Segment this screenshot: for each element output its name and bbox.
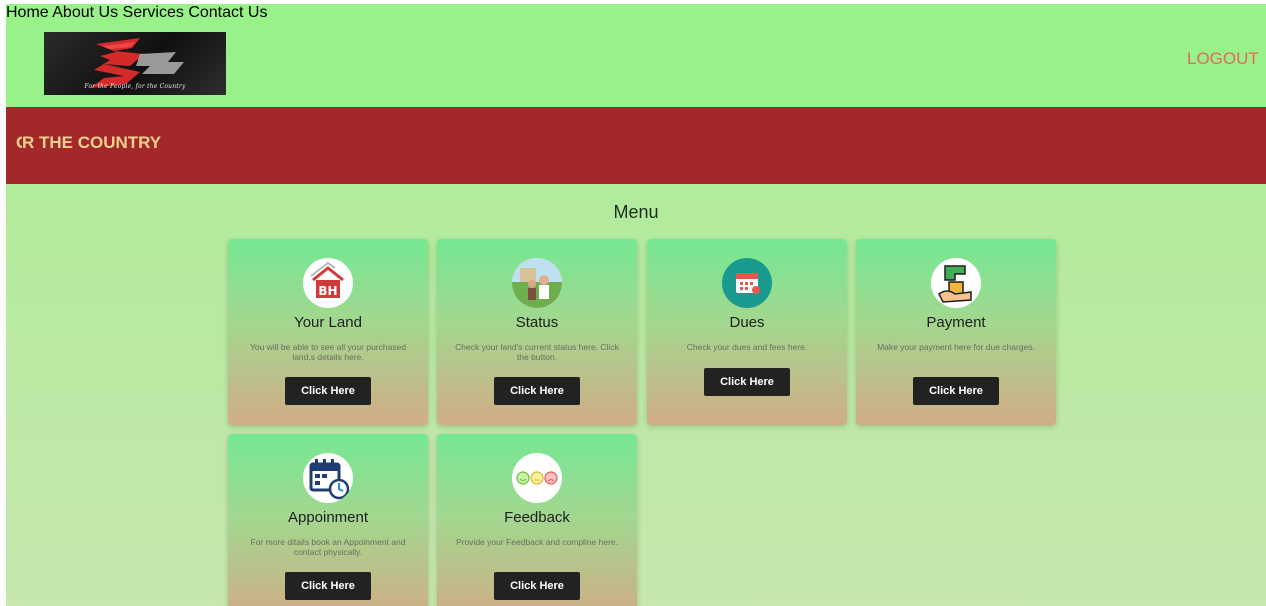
- logout-button[interactable]: LOGOUT: [1187, 49, 1259, 69]
- house-icon: BH: [303, 258, 353, 308]
- svg-text:BH: BH: [318, 284, 337, 298]
- nav-contact-us[interactable]: Contact Us: [188, 4, 267, 21]
- scrolling-banner: OR THE COUNTRY: [6, 107, 1266, 184]
- card-title: Your Land: [294, 314, 362, 331]
- card-description: You will be able to see all your purchas…: [249, 342, 407, 362]
- page-frame: For the People, for the Country Home Abo…: [6, 4, 1266, 606]
- card-title: Feedback: [504, 509, 570, 526]
- card-description: Provide your Feedback and compline here.: [455, 537, 619, 547]
- site-logo[interactable]: For the People, for the Country: [44, 32, 226, 95]
- dues-button[interactable]: Click Here: [704, 368, 790, 396]
- nav-services[interactable]: Services: [123, 4, 184, 21]
- appointment-button[interactable]: Click Here: [285, 572, 371, 600]
- card-payment: Payment Make your payment here for due c…: [856, 239, 1056, 425]
- your-land-button[interactable]: Click Here: [285, 377, 371, 405]
- card-feedback: Feedback Provide your Feedback and compl…: [437, 434, 637, 606]
- payment-button[interactable]: Click Here: [913, 377, 999, 405]
- card-title: Dues: [729, 314, 765, 331]
- hand-payment-icon: [931, 258, 981, 308]
- feedback-faces-icon: [512, 453, 562, 503]
- appointment-calendar-icon: [303, 453, 353, 503]
- card-description: Check your dues and fees here.: [686, 342, 808, 352]
- card-your-land: BH Your Land You will be able to see all…: [228, 239, 428, 425]
- card-title: Payment: [926, 314, 986, 331]
- card-title: Appoinment: [287, 509, 369, 526]
- status-button[interactable]: Click Here: [494, 377, 580, 405]
- feedback-button[interactable]: Click Here: [494, 572, 580, 600]
- nav-about-us[interactable]: About Us: [52, 4, 118, 21]
- card-description: Make your payment here for due charges.: [877, 342, 1035, 352]
- card-status: Status Check your land's current status …: [437, 239, 637, 425]
- card-description: For more ditails book an Appoinment and …: [250, 537, 406, 557]
- card-dues: Dues Check your dues and fees here. Clic…: [647, 239, 847, 425]
- menu-title: Menu: [613, 202, 659, 222]
- calendar-icon: [722, 258, 772, 308]
- card-appointment: Appoinment For more ditails book an Appo…: [228, 434, 428, 606]
- banner-text: OR THE COUNTRY: [16, 133, 162, 152]
- card-title: Status: [515, 314, 559, 331]
- card-description: Check your land's current status here. C…: [455, 342, 619, 362]
- land-photo-icon: [512, 258, 562, 308]
- site-header: For the People, for the Country Home Abo…: [6, 4, 1266, 107]
- nav-home[interactable]: Home: [6, 4, 49, 21]
- logo-tagline: For the People, for the Country: [84, 83, 186, 90]
